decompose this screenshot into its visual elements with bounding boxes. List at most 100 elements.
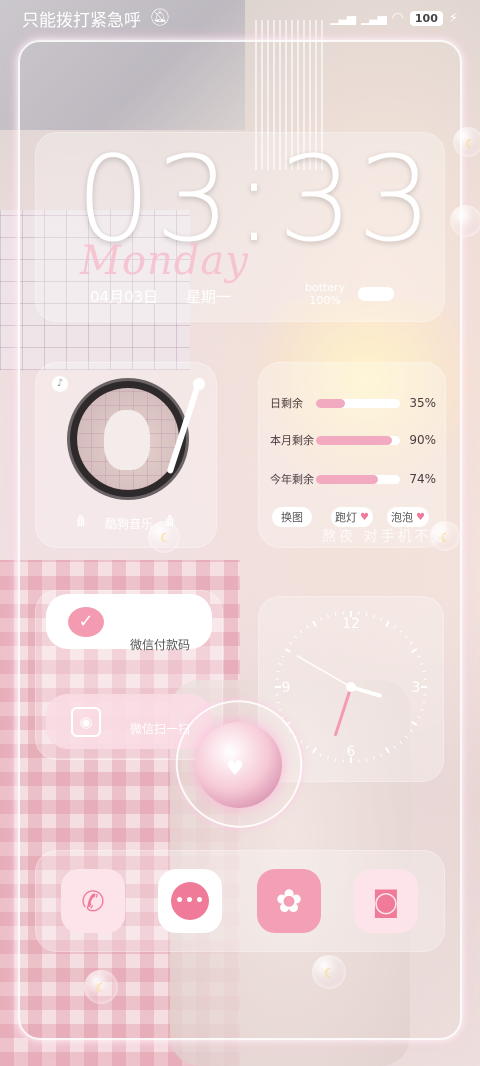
status-bar: 只能拨打紧急呼 🔕︎ ▁▃▅ ▁▃▅ ◠ 100 ⚡ — [0, 0, 480, 36]
mute-icon: 🔕︎ — [149, 8, 171, 28]
clock-tick — [385, 747, 390, 754]
clock-tick — [319, 617, 322, 621]
wifi-icon: ◠ — [391, 10, 404, 26]
theme-app[interactable]: ✿ — [257, 869, 321, 933]
clock-tick — [420, 709, 424, 711]
scan-icon: ◉ — [71, 707, 101, 737]
flower-icon: ✿ — [275, 882, 303, 920]
heart-icon: ♥ — [416, 511, 425, 523]
battery-label-text: bottery — [305, 281, 346, 294]
phone-icon: ✆ — [81, 884, 105, 918]
bunny-plush-image — [104, 410, 150, 470]
battery-pill — [358, 287, 394, 301]
stat-bar — [316, 398, 400, 408]
clock-tick — [404, 735, 408, 739]
clock-tick — [281, 655, 285, 658]
clock-tick — [417, 716, 421, 719]
moon-icon: ☾ — [324, 966, 335, 980]
bubble-label: 泡泡 — [391, 511, 414, 524]
signal-icon: ▁▃▅ — [330, 11, 356, 25]
change-image-label: 换图 — [281, 511, 303, 524]
phone-app[interactable]: ✆ — [61, 869, 125, 933]
clock-tick — [305, 625, 309, 629]
camera-app[interactable]: ◙ — [354, 869, 418, 933]
stat-row-year: 今年剩余 74% — [270, 471, 446, 487]
clock-tick — [319, 753, 322, 757]
signal-icon-2: ▁▃▅ — [360, 11, 387, 25]
clock-tick — [365, 758, 368, 762]
minute-hand — [334, 685, 353, 737]
stat-row-day: 日剩余 35% — [270, 395, 446, 411]
battery-label: bottery 100% — [305, 281, 345, 307]
wechat-pay-label: 微信付款码 — [130, 638, 191, 652]
marquee-label: 跑灯 — [335, 511, 358, 524]
message-icon: ••• — [171, 882, 209, 920]
second-hand — [296, 655, 352, 688]
clock-tick — [312, 747, 317, 754]
clock-tick — [312, 620, 317, 627]
clock-tick — [399, 740, 403, 744]
stat-fill — [316, 474, 379, 484]
clock-tick — [276, 670, 280, 673]
clock-tick — [365, 612, 368, 616]
bubble-button[interactable]: 泡泡 ♥ — [387, 507, 429, 527]
clock-tick — [373, 756, 375, 760]
heart-icon: ♥ — [360, 511, 369, 523]
stat-label: 今年剩余 — [270, 473, 314, 486]
clock-tick — [420, 663, 424, 665]
clock-tick — [334, 612, 337, 616]
clock-tick — [380, 753, 383, 757]
clock-tick — [305, 745, 309, 749]
change-image-button[interactable]: 换图 — [272, 507, 312, 527]
battery-label-value: 100% — [309, 294, 341, 307]
clock-tick — [299, 740, 303, 744]
moon-icon: ☾ — [160, 531, 171, 545]
clock-number-12: 12 — [342, 616, 360, 632]
clock-tick — [299, 630, 303, 634]
camera-icon: ◙ — [372, 884, 400, 918]
music-logo-icon: ♪ — [52, 376, 68, 392]
marquee-button[interactable]: 跑灯 ♥ — [331, 507, 373, 527]
clock-tick — [393, 625, 397, 629]
clock-tick — [404, 635, 408, 639]
stat-row-month: 本月剩余 90% — [270, 432, 446, 448]
stat-label: 本月剩余 — [270, 434, 314, 447]
clock-tick — [334, 758, 337, 762]
clock-tick — [278, 709, 282, 711]
sound-wave-icon: ıllı — [76, 514, 85, 530]
clock-tick — [422, 670, 426, 673]
clock-tick — [373, 614, 375, 618]
clock-tick — [422, 701, 426, 704]
clock-number-3: 3 — [412, 680, 421, 696]
stat-label: 日剩余 — [270, 397, 303, 410]
clock-tick — [289, 641, 293, 645]
clock-number-6: 6 — [347, 744, 356, 760]
clock-tick — [417, 655, 421, 658]
clock-tick — [411, 648, 418, 653]
clock-tick — [327, 614, 329, 618]
tonearm-pivot — [193, 378, 205, 390]
messages-app[interactable]: ••• — [158, 869, 222, 933]
clock-tick — [409, 641, 413, 645]
stat-fill — [316, 398, 346, 408]
clock-date: 04月03日 — [90, 288, 159, 306]
check-icon: ✓ — [68, 607, 104, 637]
clock-tick — [278, 663, 282, 665]
stat-percent: 90% — [409, 433, 436, 447]
music-app-label: 酷狗音乐 — [105, 517, 154, 531]
battery-badge: 100 — [409, 10, 443, 26]
clock-number-9: 9 — [282, 680, 291, 696]
stat-percent: 35% — [409, 396, 436, 410]
stat-percent: 74% — [409, 472, 436, 486]
clock-tick — [276, 701, 280, 704]
clock-tick — [399, 630, 403, 634]
emergency-text: 只能拨打紧急呼 — [22, 10, 141, 31]
charging-icon: ⚡ — [448, 10, 458, 26]
clock-weekday: 星期一 — [186, 288, 232, 306]
clock-tick — [385, 620, 390, 627]
clock-center — [346, 682, 356, 692]
moon-icon: ☾ — [465, 137, 476, 151]
clock-tick — [284, 648, 291, 653]
clock-tick — [393, 745, 397, 749]
moon-icon: ☾ — [96, 981, 107, 995]
